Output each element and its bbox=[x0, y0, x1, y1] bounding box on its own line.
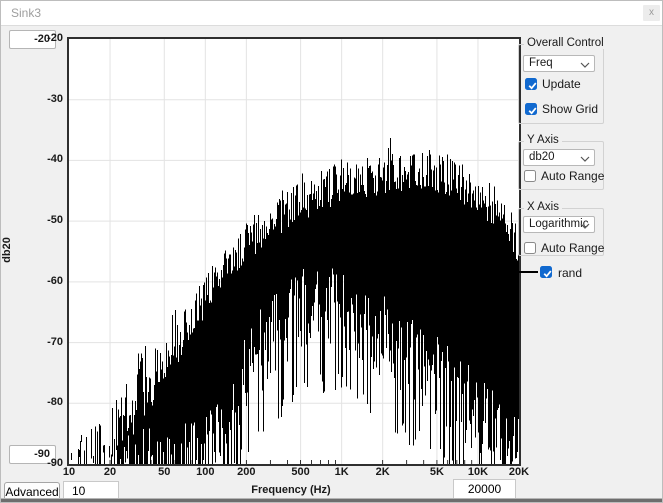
x-auto-range-checkbox[interactable] bbox=[524, 242, 536, 254]
close-icon: x bbox=[649, 7, 654, 18]
plot-area[interactable] bbox=[67, 37, 521, 466]
x-tick-label: 1K bbox=[324, 466, 360, 478]
legend-rand-label: rand bbox=[558, 266, 582, 280]
x-tick-label: 5K bbox=[419, 466, 455, 478]
y-axis-group-title: Y Axis bbox=[524, 134, 562, 146]
y-min-field[interactable]: -90 bbox=[9, 445, 56, 464]
update-checkbox[interactable] bbox=[525, 78, 537, 90]
y-axis-title: db20 bbox=[1, 237, 13, 263]
x-tick-label: 50 bbox=[146, 466, 182, 478]
show-grid-checkbox-row: Show Grid bbox=[525, 102, 598, 116]
y-max-field[interactable]: -20 bbox=[9, 30, 56, 49]
x-axis-title: Frequency (Hz) bbox=[231, 484, 351, 496]
overall-control-title: Overall Control bbox=[524, 37, 607, 49]
show-grid-label: Show Grid bbox=[542, 102, 598, 116]
check-icon bbox=[542, 268, 553, 279]
chevron-down-icon bbox=[580, 154, 590, 162]
x-tick-label: 100 bbox=[187, 466, 223, 478]
x-tick-label: 10 bbox=[51, 466, 87, 478]
x-tick-label: 200 bbox=[228, 466, 264, 478]
x-tick-label: 2K bbox=[365, 466, 401, 478]
y-auto-range-label: Auto Range bbox=[541, 169, 604, 183]
chevron-down-icon bbox=[580, 60, 590, 68]
spectrum-plot[interactable] bbox=[69, 39, 519, 464]
check-icon bbox=[527, 105, 538, 116]
legend-line-swatch bbox=[515, 271, 538, 273]
window-title: Sink3 bbox=[11, 1, 41, 26]
x-axis-dropdown[interactable]: Logarithmic bbox=[523, 216, 595, 233]
y-tick-label: -30 bbox=[29, 93, 63, 105]
x-axis-group-title: X Axis bbox=[524, 201, 562, 213]
legend-rand-checkbox[interactable] bbox=[540, 266, 552, 278]
y-tick-label: -60 bbox=[29, 275, 63, 287]
y-tick-label: -40 bbox=[29, 153, 63, 165]
spectrum-trace bbox=[72, 138, 519, 464]
y-tick-label: -80 bbox=[29, 396, 63, 408]
close-button[interactable]: x bbox=[643, 5, 660, 21]
y-tick-label: -50 bbox=[29, 214, 63, 226]
update-checkbox-row: Update bbox=[525, 77, 581, 91]
check-icon bbox=[527, 80, 538, 91]
x-max-input[interactable] bbox=[453, 479, 516, 499]
y-axis-dropdown-value: db20 bbox=[529, 151, 555, 163]
x-tick-label: 20K bbox=[501, 466, 537, 478]
y-auto-range-row: Auto Range bbox=[524, 169, 604, 183]
x-tick-label: 20 bbox=[92, 466, 128, 478]
y-auto-range-checkbox[interactable] bbox=[524, 170, 536, 182]
x-tick-label: 10K bbox=[460, 466, 496, 478]
overall-control-dropdown-value: Freq bbox=[529, 57, 553, 69]
y-tick-label: -70 bbox=[29, 336, 63, 348]
x-tick-label: 500 bbox=[283, 466, 319, 478]
overall-control-dropdown[interactable]: Freq bbox=[523, 55, 595, 72]
title-bar: Sink3 x bbox=[1, 1, 662, 26]
x-axis-minor-ticks bbox=[110, 460, 472, 464]
window-bottom-edge bbox=[1, 498, 662, 502]
app-window: Sink3 x -20 -90 db20 Frequency (Hz) 10 20… bbox=[0, 0, 663, 503]
show-grid-checkbox[interactable] bbox=[525, 103, 537, 115]
legend-checkbox-row bbox=[540, 266, 552, 278]
update-label: Update bbox=[542, 77, 581, 91]
x-auto-range-label: Auto Range bbox=[541, 241, 604, 255]
y-axis-dropdown[interactable]: db20 bbox=[523, 149, 595, 166]
x-auto-range-row: Auto Range bbox=[524, 241, 604, 255]
chevron-down-icon bbox=[580, 221, 590, 229]
